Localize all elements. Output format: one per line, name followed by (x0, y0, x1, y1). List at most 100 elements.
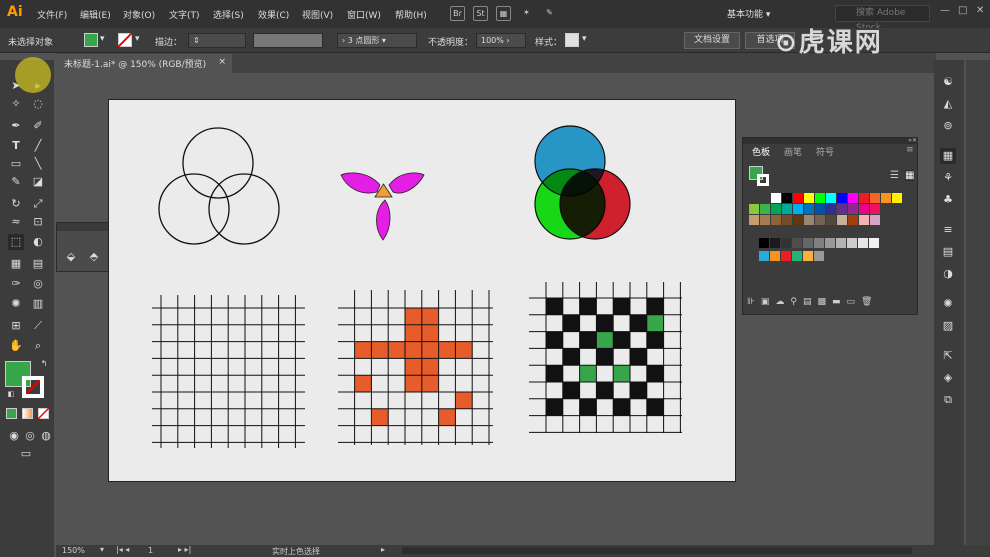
screen-mode-icon[interactable]: ▭ (18, 446, 34, 462)
live-paint-bucket-alt-icon[interactable]: ⬘ (86, 249, 102, 265)
layers-dock-icon[interactable]: ◈ (940, 370, 956, 386)
appearance-dock-icon[interactable]: ✺ (940, 296, 956, 312)
new-swatch-icon[interactable]: ▩ (817, 297, 832, 307)
document-setup-button[interactable]: 文档设置 (684, 32, 740, 49)
swatch-chip[interactable] (847, 238, 857, 248)
swatch-kinds-icon[interactable]: ▣ (761, 297, 776, 307)
swatch-chip[interactable] (770, 251, 780, 261)
swatch-chip[interactable] (771, 204, 781, 214)
curvature-tool-icon[interactable]: ✐ (30, 118, 46, 134)
blend-tool-icon[interactable]: ◎ (30, 276, 46, 292)
swatch-chip[interactable] (869, 238, 879, 248)
next-artboard-icon[interactable]: ▸ ▸| (178, 545, 191, 554)
swatch-library-icon[interactable]: ⊪ (747, 297, 761, 307)
delete-swatch-icon[interactable]: 🗑 (861, 297, 878, 307)
swatch-chip[interactable] (803, 251, 813, 261)
swatch-chip[interactable] (859, 204, 869, 214)
transparency-dock-icon[interactable]: ◑ (940, 266, 956, 282)
swatch-chip[interactable] (770, 238, 780, 248)
artboard-number[interactable]: 1 (148, 546, 153, 555)
swatch-chip[interactable] (881, 193, 891, 203)
swatch-chip[interactable] (804, 215, 814, 225)
menu-select[interactable]: 选择(S) (213, 8, 244, 21)
menu-view[interactable]: 视图(V) (302, 8, 333, 21)
asset-export-icon[interactable]: ⇱ (940, 348, 956, 364)
stroke-swatch[interactable] (118, 33, 132, 47)
color-panel-icon[interactable]: ☯ (940, 74, 956, 90)
maximize-icon[interactable]: □ (958, 5, 967, 16)
swatch-chip[interactable] (793, 193, 803, 203)
gradient-tool-icon[interactable]: ▤ (30, 256, 46, 272)
new-group-folder-icon[interactable]: ▬ (832, 297, 847, 307)
swatch-chip[interactable] (749, 204, 759, 214)
brush-definition-field[interactable]: › 3 点圆形 ▾ (337, 33, 417, 48)
stroke-dock-icon[interactable]: ≡ (940, 222, 956, 238)
list-view-icon[interactable]: ☰ (890, 170, 899, 181)
cloud-icon[interactable]: ☁ (775, 297, 790, 307)
swatch-chip[interactable] (804, 193, 814, 203)
tab-swatches[interactable]: 色板 (752, 145, 770, 158)
stock-search-input[interactable]: 搜索 Adobe Stock (835, 5, 930, 33)
paintbrush-icon[interactable]: ╲ (30, 156, 46, 172)
swatch-chip[interactable] (782, 193, 792, 203)
pen-tool-icon[interactable]: ✒ (8, 118, 24, 134)
tab-brushes[interactable]: 画笔 (784, 145, 802, 158)
swatch-chip[interactable] (814, 251, 824, 261)
symbol-sprayer-icon[interactable]: ✺ (8, 296, 24, 312)
artboards-dock-icon[interactable]: ⧉ (940, 392, 956, 408)
swatches-dock-icon[interactable]: ▦ (940, 148, 956, 164)
swatch-chip[interactable] (848, 215, 858, 225)
swatch-chip[interactable] (870, 204, 880, 214)
chevron-down-icon[interactable]: ▾ (582, 34, 587, 44)
swatch-chip[interactable] (782, 204, 792, 214)
swatch-chip[interactable] (848, 204, 858, 214)
shape-builder-icon[interactable]: ◐ (30, 234, 46, 250)
swatch-chip[interactable] (771, 215, 781, 225)
swap-fill-stroke-icon[interactable]: ↰ (36, 356, 52, 372)
color-mode-icon[interactable] (6, 408, 17, 419)
swatch-chip[interactable] (781, 238, 791, 248)
horizontal-scrollbar[interactable] (402, 547, 912, 554)
draw-inside-icon[interactable]: ◍ (38, 428, 54, 444)
menu-object[interactable]: 对象(O) (123, 8, 155, 21)
width-tool-icon[interactable]: ≈ (8, 214, 24, 230)
menu-edit[interactable]: 编辑(E) (80, 8, 111, 21)
zoom-tool-icon[interactable]: ⌕ (30, 338, 46, 354)
chevron-down-icon[interactable]: ▾ (135, 34, 140, 44)
swatch-chip[interactable] (870, 215, 880, 225)
artboard-tool-icon[interactable]: ⊞ (8, 318, 24, 334)
lasso-icon[interactable]: ◌ (30, 96, 46, 112)
eyedropper-icon[interactable]: ✑ (8, 276, 24, 292)
document-tab[interactable]: 未标题-1.ai* @ 150% (RGB/预览) × (56, 54, 232, 73)
swatch-chip[interactable] (781, 251, 791, 261)
gradient-dock-icon[interactable]: ▤ (940, 244, 956, 260)
mesh-tool-icon[interactable]: ▦ (8, 256, 24, 272)
fill-swatch[interactable] (84, 33, 98, 47)
bridge-icon[interactable]: Br (450, 6, 465, 21)
menu-effect[interactable]: 效果(C) (258, 8, 289, 21)
grid-view-icon[interactable]: ▦ (905, 170, 915, 181)
brushes-dock-icon[interactable]: ⚘ (940, 170, 956, 186)
swatch-chip[interactable] (826, 215, 836, 225)
swatch-chip[interactable] (782, 215, 792, 225)
minimize-icon[interactable]: — (940, 5, 950, 16)
swatch-chip[interactable] (826, 204, 836, 214)
cc-libraries-icon[interactable]: ⊚ (940, 118, 956, 134)
eraser-icon[interactable]: ◪ (30, 174, 46, 190)
swatch-chip[interactable] (826, 193, 836, 203)
swatch-chip[interactable] (771, 193, 781, 203)
swatch-chip[interactable] (815, 215, 825, 225)
none-mode-icon[interactable] (38, 408, 49, 419)
swatch-chip[interactable] (792, 251, 802, 261)
tab-symbols[interactable]: 符号 (816, 145, 834, 158)
swatch-chip[interactable] (859, 215, 869, 225)
default-colors-icon[interactable]: ◧ (3, 386, 19, 402)
chevron-down-icon[interactable]: ▾ (100, 545, 104, 554)
swatch-chip[interactable] (815, 204, 825, 214)
swatch-chip[interactable] (749, 215, 759, 225)
variable-width-profile[interactable] (253, 33, 323, 48)
new-color-group-icon[interactable]: ▤ (803, 297, 818, 307)
edit-swatch-icon[interactable]: ▭ (847, 297, 862, 307)
gradient-mode-icon[interactable] (22, 408, 33, 419)
options-icon[interactable]: ⚲ (790, 297, 803, 307)
